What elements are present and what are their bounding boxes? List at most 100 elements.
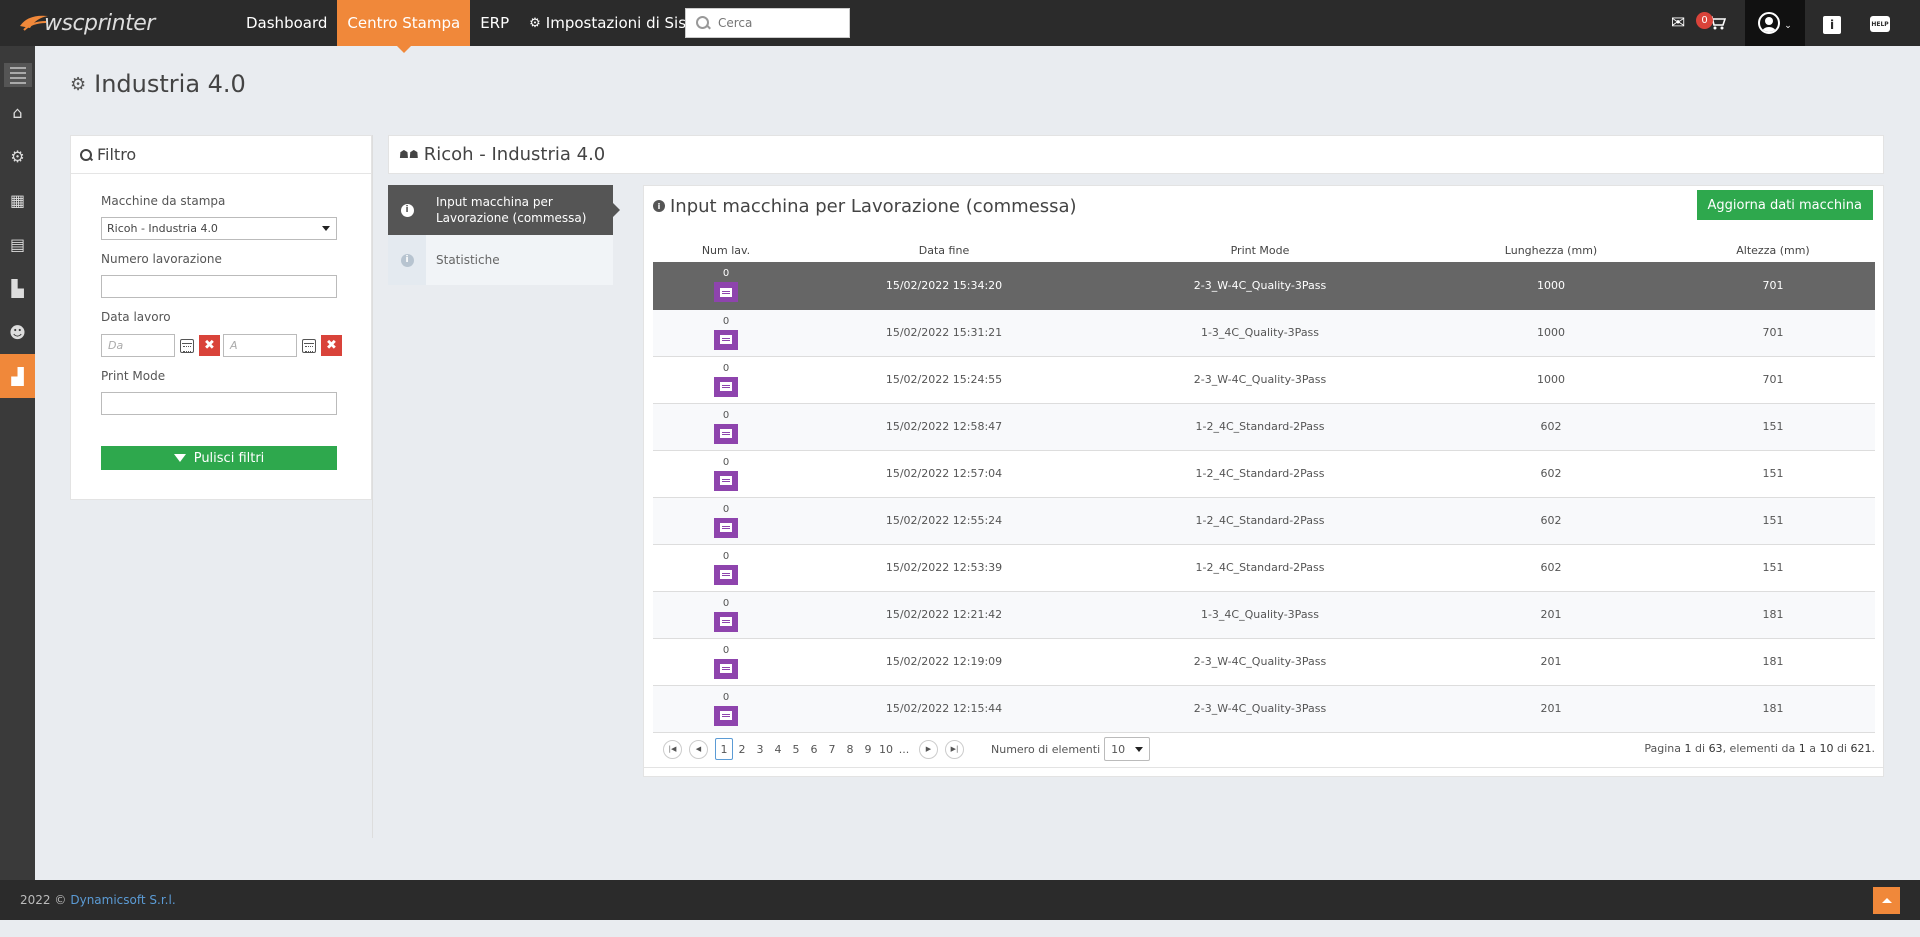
cell-lunghezza: 1000 (1431, 262, 1671, 310)
nav-label: ERP (480, 14, 510, 32)
row-detail-button[interactable] (714, 376, 738, 397)
nav-centro-stampa[interactable]: Centro Stampa (337, 0, 471, 53)
nav-dashboard[interactable]: Dashboard (236, 0, 337, 46)
sidebar-item-settings[interactable]: ⚙ (0, 134, 35, 178)
page-number-2[interactable]: 2 (733, 738, 751, 760)
col-print-mode[interactable]: Print Mode (1089, 238, 1431, 262)
col-data-fine[interactable]: Data fine (799, 238, 1089, 262)
table-row[interactable]: 0 15/02/2022 12:58:47 1-2_4C_Standard-2Pas… (653, 403, 1875, 451)
cell-num-lav: 0 (653, 309, 799, 357)
pagination-ellipsis: ... (898, 742, 910, 756)
update-machine-data-button[interactable]: Aggiorna dati macchina (1696, 190, 1873, 220)
help-icon[interactable]: HELP (1870, 16, 1890, 32)
page-number-6[interactable]: 6 (805, 738, 823, 760)
row-detail-button[interactable] (714, 517, 738, 538)
macchine-select[interactable]: Ricoh - Industria 4.0 (101, 217, 337, 240)
info-icon[interactable]: i (1823, 16, 1841, 34)
page-bottom-area (0, 920, 1920, 937)
footer-copyright: 2022 © (20, 893, 67, 907)
cell-data-fine: 15/02/2022 15:24:55 (799, 356, 1089, 404)
num-cell: 0 (653, 268, 799, 303)
cell-print-mode: 1-3_4C_Quality-3Pass (1089, 309, 1431, 357)
cell-num-lav: 0 (653, 497, 799, 545)
table-row[interactable]: 0 15/02/2022 12:53:39 1-2_4C_Standard-2Pas… (653, 544, 1875, 592)
sidebar-item-industria[interactable]: ▟ (0, 354, 35, 398)
row-detail-button[interactable] (714, 611, 738, 632)
first-page-button[interactable]: |◀ (663, 739, 682, 759)
row-detail-button[interactable] (714, 329, 738, 350)
cell-lunghezza: 602 (1431, 544, 1671, 592)
row-detail-button[interactable] (714, 564, 738, 585)
numero-input[interactable] (101, 275, 337, 298)
row-detail-button[interactable] (714, 423, 738, 444)
page-number-1[interactable]: 1 (715, 738, 733, 760)
data-a-input[interactable]: A (223, 334, 297, 357)
clear-filters-button[interactable]: Pulisci filtri (101, 446, 337, 470)
left-sidebar: ⌂ ⚙ ▦ ▤ ▙ ☻ ▟ (0, 46, 35, 880)
cell-lunghezza: 201 (1431, 638, 1671, 686)
row-detail-button[interactable] (714, 470, 738, 491)
sidebar-item-home[interactable]: ⌂ (0, 90, 35, 134)
footer-company-link[interactable]: Dynamicsoft S.r.l. (70, 893, 175, 907)
tab-icon-wrap: i (388, 235, 426, 285)
tab-input-macchina[interactable]: i Input macchina per Lavorazione (commes… (388, 185, 620, 235)
tab-statistiche[interactable]: i Statistiche (388, 235, 613, 285)
table-row[interactable]: 0 15/02/2022 12:55:24 1-2_4C_Standard-2Pas… (653, 497, 1875, 545)
sidebar-item-factory[interactable]: ▙ (0, 266, 35, 310)
page-number-5[interactable]: 5 (787, 738, 805, 760)
cell-data-fine: 15/02/2022 12:58:47 (799, 403, 1089, 451)
num-cell: 0 (653, 645, 799, 679)
app-logo[interactable]: wscprinter (18, 8, 155, 38)
mail-icon[interactable]: ✉ (1667, 12, 1689, 34)
table-row[interactable]: 0 15/02/2022 12:57:04 1-2_4C_Standard-2Pas… (653, 450, 1875, 498)
cell-num-lav: 0 (653, 685, 799, 733)
num-lav-value: 0 (722, 644, 730, 656)
col-lunghezza[interactable]: Lunghezza (mm) (1431, 238, 1671, 262)
prev-page-button[interactable]: ◀ (689, 739, 708, 759)
page-number-4[interactable]: 4 (769, 738, 787, 760)
table-row[interactable]: 0 15/02/2022 15:34:20 2-3_W-4C_Quality-3Pa… (653, 262, 1875, 310)
num-lav-value: 0 (722, 456, 730, 468)
last-page-button[interactable]: ▶| (945, 739, 964, 759)
table-row[interactable]: 0 15/02/2022 12:21:42 1-3_4C_Quality-3Pass… (653, 591, 1875, 639)
search-icon (80, 148, 92, 161)
row-detail-button[interactable] (714, 658, 738, 679)
page-number-7[interactable]: 7 (823, 738, 841, 760)
sidebar-item-users[interactable]: ☻ (0, 310, 35, 354)
num-cell: 0 (653, 363, 799, 397)
clear-da-button[interactable]: ✖ (199, 335, 220, 356)
row-detail-button[interactable] (714, 282, 738, 303)
col-num-lav[interactable]: Num lav. (653, 238, 799, 262)
sidebar-item-calculator[interactable]: ▦ (0, 178, 35, 222)
page-numbers: 1 2 3 4 5 6 7 8 9 10 (715, 738, 895, 760)
next-page-button[interactable]: ▶ (919, 739, 938, 759)
num-cell: 0 (653, 598, 799, 632)
clear-filters-label: Pulisci filtri (193, 450, 265, 466)
printmode-input[interactable] (101, 392, 337, 415)
row-detail-button[interactable] (714, 705, 738, 726)
cell-num-lav: 0 (653, 356, 799, 404)
data-da-input[interactable]: Da (101, 334, 175, 357)
sidebar-toggle[interactable] (0, 60, 35, 90)
table-row[interactable]: 0 15/02/2022 15:24:55 2-3_W-4C_Quality-3Pa… (653, 356, 1875, 404)
col-altezza[interactable]: Altezza (mm) (1671, 238, 1875, 262)
table-row[interactable]: 0 15/02/2022 12:19:09 2-3_W-4C_Quality-3Pa… (653, 638, 1875, 686)
info-text: a (1809, 742, 1816, 755)
calendar-icon[interactable] (180, 339, 194, 353)
sidebar-item-documents[interactable]: ▤ (0, 222, 35, 266)
page-size-select[interactable]: 10 (1104, 737, 1151, 761)
nav-erp[interactable]: ERP (470, 0, 519, 46)
cell-print-mode: 2-3_W-4C_Quality-3Pass (1089, 685, 1431, 733)
table-row[interactable]: 0 15/02/2022 12:15:44 2-3_W-4C_Quality-3Pa… (653, 685, 1875, 733)
table-row[interactable]: 0 15/02/2022 15:31:21 1-3_4C_Quality-3Pass… (653, 309, 1875, 357)
page-number-8[interactable]: 8 (841, 738, 859, 760)
logo-text: wscprinter (44, 10, 155, 36)
scroll-top-button[interactable] (1873, 887, 1900, 914)
page-number-10[interactable]: 10 (877, 738, 895, 760)
calendar-icon[interactable] (302, 339, 316, 353)
clear-a-button[interactable]: ✖ (321, 335, 342, 356)
page-number-3[interactable]: 3 (751, 738, 769, 760)
search-input[interactable] (718, 16, 838, 30)
page-number-9[interactable]: 9 (859, 738, 877, 760)
user-menu[interactable]: ⌄ (1745, 0, 1805, 46)
